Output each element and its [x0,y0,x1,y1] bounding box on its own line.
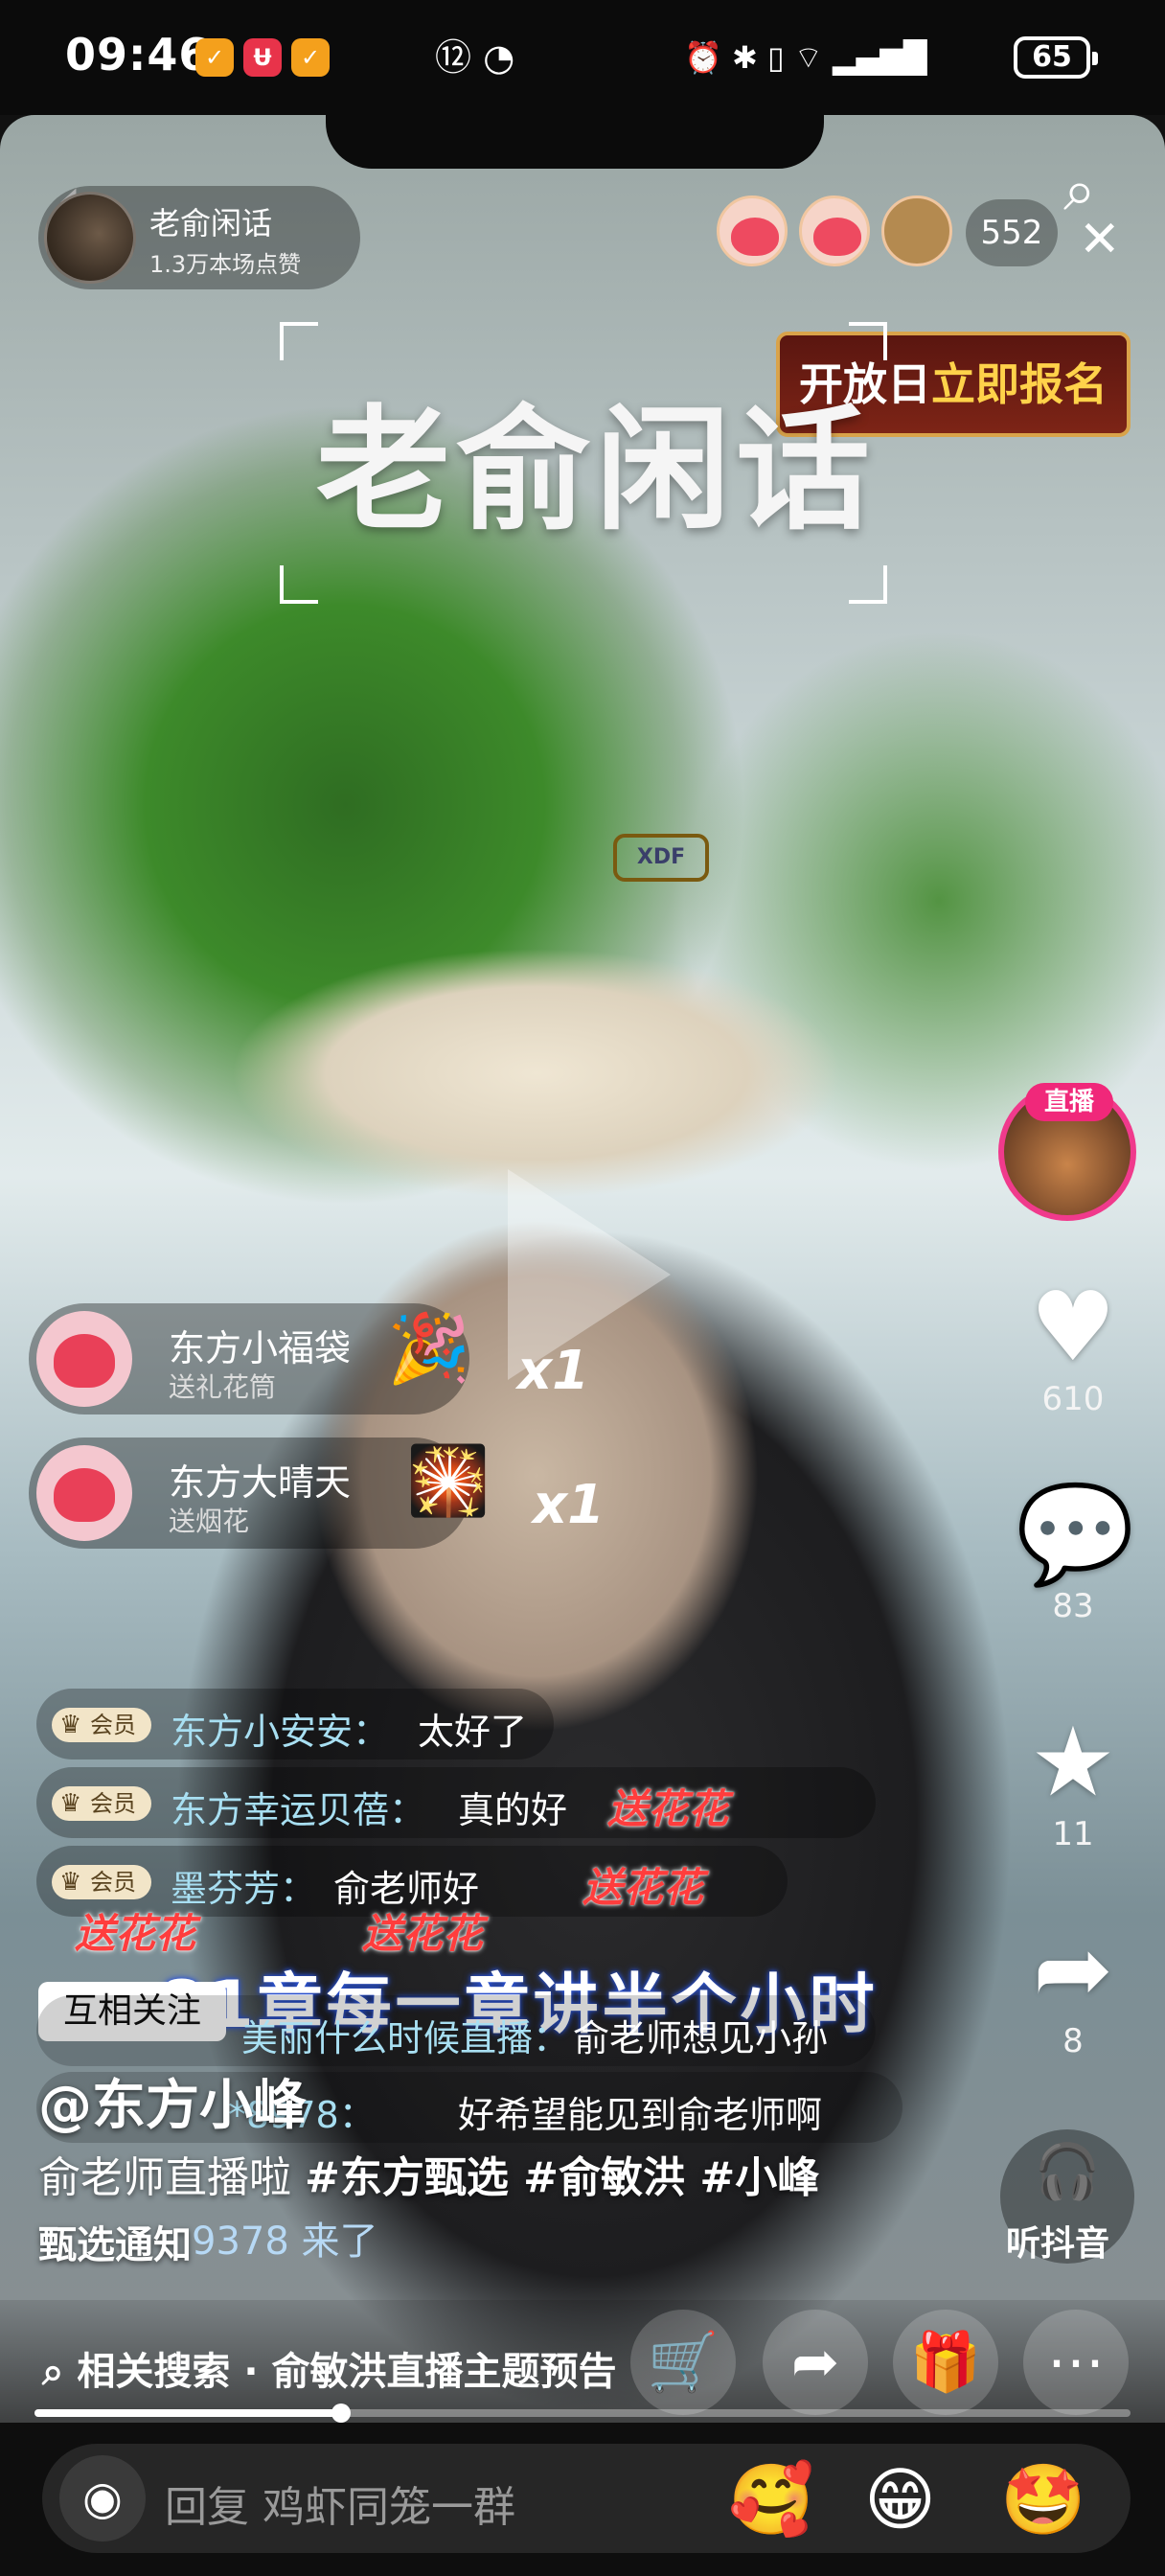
host-avatar[interactable] [44,192,136,284]
app-notification-icon: ✓ [195,38,234,77]
like-count: 610 [1041,1380,1105,1418]
author-handle[interactable]: @东方小峰 [38,2062,307,2140]
gift-multiplier: x1 [517,1340,590,1402]
chat-text: 太好了 [418,1711,528,1753]
chat-text: 好希望能见到俞老师啊 [458,2094,823,2136]
emoji-hug-icon[interactable]: 🥰 [728,2461,814,2538]
close-icon[interactable]: ✕ [1079,211,1121,268]
gift-notification: 东方大晴天 送烟花 [29,1438,469,1549]
live-tag: 直播 [1025,1083,1113,1121]
host-card[interactable]: 老俞闲话 1.3万本场点赞 [38,186,360,289]
chat-username[interactable]: 东方小安安： [171,1702,389,1755]
clock: 09:46 [65,29,211,80]
gift-icon: 🎁 [909,2329,982,2396]
status-icons-right: ⏰ ✱ ▯ ⌔ ▂▄▆█ [684,39,927,76]
title-bracket [280,322,318,360]
status-bar: 09:46 ✓ Ʉ ✓ ⑫ ◔ ⏰ ✱ ▯ ⌔ ▂▄▆█ 65 [0,0,1165,115]
camera-icon[interactable]: ◉ [59,2455,146,2542]
app-notification-icon: ✓ [291,38,330,77]
gifter-name: 东方大晴天 [169,1461,352,1504]
viewer-avatar[interactable] [881,196,952,266]
share-arrow-icon: ➦ [790,2329,840,2396]
viewer-count[interactable]: 552 [966,199,1058,266]
more-icon: ⋯ [1047,2329,1105,2396]
cart-icon: 🛒 [647,2329,720,2396]
viewer-avatar[interactable] [717,196,788,266]
viewer-avatar[interactable] [799,196,870,266]
flower-gift-tag: 送花花 [607,1785,729,1832]
playback-progress[interactable] [34,2404,1131,2423]
status-icons-left: ⑫ ◔ [435,36,515,79]
comment-button[interactable]: 💬 83 [1016,1478,1135,1626]
search-icon: ⌕ [42,2350,64,2394]
chat-text: 真的好 [458,1789,568,1831]
title-bracket [849,565,887,604]
star-icon: ★ [1030,1706,1116,1818]
chat-text: 俞老师想见小孙 [573,2017,829,2059]
show-title: 老俞闲话 [316,393,877,549]
related-search[interactable]: ⌕ 相关搜索 · 俞敏洪直播主题预告 [42,2340,616,2396]
like-button[interactable]: ♥ 610 [1016,1271,1131,1419]
gift-button[interactable]: 🎁 [893,2310,998,2415]
vip-badge: 会员 [52,1865,151,1899]
battery-indicator: 65 [1014,36,1098,79]
cart-button[interactable]: 🛒 [630,2310,736,2415]
progress-fill [34,2409,342,2417]
host-name: 老俞闲话 [149,205,273,242]
description-line2: 甄选通知 [38,2223,192,2267]
host-likes: 1.3万本场点赞 [149,251,302,278]
video-description: 俞老师直播啦 #东方甄选 #俞敏洪 #小峰 [38,2143,819,2204]
fireworks-icon: 🎇 [406,1441,491,1520]
gift-description: 送礼花筒 [169,1371,277,1403]
chat-message[interactable]: 会员 东方幸运贝蓓： 真的好 送花花 [36,1767,876,1838]
description-prefix: 俞老师直播啦 [38,2153,291,2202]
cap-logo: XDF [613,834,709,882]
listen-label: 听抖音 [1006,2224,1110,2264]
related-search-text: 相关搜索 · 俞敏洪直播主题预告 [77,2350,617,2394]
title-bracket [280,565,318,604]
gifter-name: 东方小福袋 [169,1327,352,1369]
comment-count: 83 [1052,1587,1094,1625]
comment-icon: 💬 [1016,1478,1135,1590]
share-button[interactable]: ➦ [763,2310,868,2415]
headphones-icon: 🎧 [1034,2141,1101,2203]
chat-username[interactable]: 东方幸运贝蓓： [171,1781,425,1833]
gifter-avatar [36,1445,132,1541]
join-message: 9378 来了 [192,2220,378,2264]
vip-badge: 会员 [52,1786,151,1821]
gift-description: 送烟花 [169,1506,250,1537]
hashtags[interactable]: #东方甄选 #俞敏洪 #小峰 [305,2153,819,2202]
banner-text-part2: 立即报名 [931,358,1108,410]
comment-bar: ◉ 回复 鸡虾同笼一群 🥰 😁 🤩 [0,2423,1165,2576]
share-arrow-icon: ➦ [1033,1913,1113,2025]
flower-gift-tag: 送花花 [582,1864,704,1911]
chat-username[interactable]: 美丽什么时候直播： [241,2009,569,2061]
chat-message[interactable]: 会员 东方小安安： 太好了 [36,1689,554,1760]
vip-badge: 会员 [52,1708,151,1742]
title-bracket [849,322,887,360]
favorite-button[interactable]: ★ 11 [1016,1706,1131,1854]
comment-placeholder: 回复 鸡虾同笼一群 [165,2483,515,2532]
more-button[interactable]: ⋯ [1023,2310,1129,2415]
comment-input[interactable]: ◉ 回复 鸡虾同笼一群 🥰 😁 🤩 [42,2444,1131,2553]
screen: 09:46 ✓ Ʉ ✓ ⑫ ◔ ⏰ ✱ ▯ ⌔ ▂▄▆█ 65 ‹ 老俞闲话 1… [0,0,1165,2576]
camera-notch [326,115,824,169]
app-notification-icon: Ʉ [243,38,282,77]
emoji-starstruck-icon[interactable]: 🤩 [1000,2461,1086,2538]
share-button[interactable]: ➦ 8 [1016,1913,1131,2061]
heart-icon: ♥ [1030,1271,1116,1383]
chat-message[interactable]: 美丽什么时候直播： 俞老师想见小孙 [36,1995,876,2066]
gift-multiplier: x1 [533,1474,605,1536]
favorite-count: 11 [1052,1815,1094,1853]
gifter-avatar [36,1311,132,1407]
emoji-grin-icon[interactable]: 😁 [864,2461,936,2538]
share-count: 8 [1062,2022,1084,2060]
party-popper-icon: 🎉 [387,1309,471,1388]
